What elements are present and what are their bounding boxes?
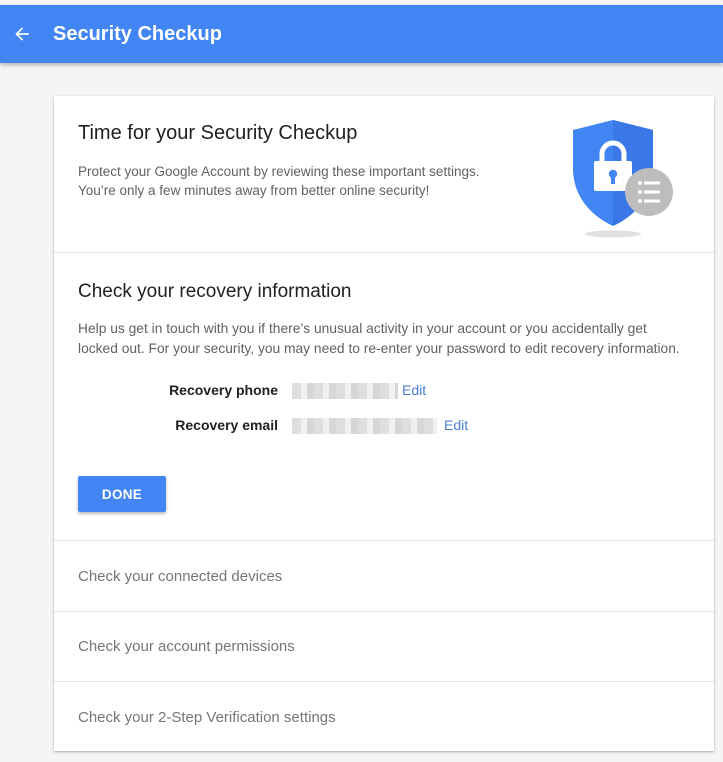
security-checkup-card: Time for your Security Checkup Protect y… bbox=[54, 96, 714, 751]
recovery-description-line-2: locked out. For your security, you may n… bbox=[78, 341, 680, 356]
page-title: Security Checkup bbox=[53, 22, 222, 45]
recovery-title: Check your recovery information bbox=[78, 281, 352, 302]
recovery-email-value-redacted bbox=[292, 418, 437, 434]
intro-title: Time for your Security Checkup bbox=[78, 122, 358, 144]
recovery-phone-label: Recovery phone bbox=[169, 382, 278, 398]
intro-description: Protect your Google Account by reviewing… bbox=[78, 162, 538, 200]
check-connected-devices-label: Check your connected devices bbox=[78, 568, 283, 585]
done-button[interactable]: DONE bbox=[78, 476, 166, 512]
check-2-step-verification-label: Check your 2-Step Verification settings bbox=[78, 708, 336, 726]
recovery-email-label: Recovery email bbox=[175, 417, 278, 433]
recovery-phone-value-redacted bbox=[292, 383, 398, 399]
intro-section: Time for your Security Checkup Protect y… bbox=[54, 96, 714, 253]
check-account-permissions[interactable]: Check your account permissions bbox=[54, 612, 714, 682]
recovery-description: Help us get in touch with you if there’s… bbox=[78, 319, 698, 359]
recovery-description-line-1: Help us get in touch with you if there’s… bbox=[78, 321, 647, 336]
check-2-step-verification[interactable]: Check your 2-Step Verification settings bbox=[54, 682, 714, 752]
app-bar: Security Checkup bbox=[0, 5, 723, 63]
arrow-left-icon bbox=[15, 27, 29, 41]
edit-recovery-phone-link[interactable]: Edit bbox=[402, 382, 426, 398]
intro-description-line-2: You’re only a few minutes away from bett… bbox=[78, 183, 430, 198]
check-account-permissions-label: Check your account permissions bbox=[78, 638, 295, 655]
check-connected-devices[interactable]: Check your connected devices bbox=[54, 542, 714, 612]
shield-lock-icon bbox=[573, 120, 673, 238]
edit-recovery-email-link[interactable]: Edit bbox=[444, 417, 468, 433]
recovery-section: Check your recovery information Help us … bbox=[54, 254, 714, 541]
back-button[interactable] bbox=[2, 14, 42, 54]
intro-description-line-1: Protect your Google Account by reviewing… bbox=[78, 164, 480, 179]
